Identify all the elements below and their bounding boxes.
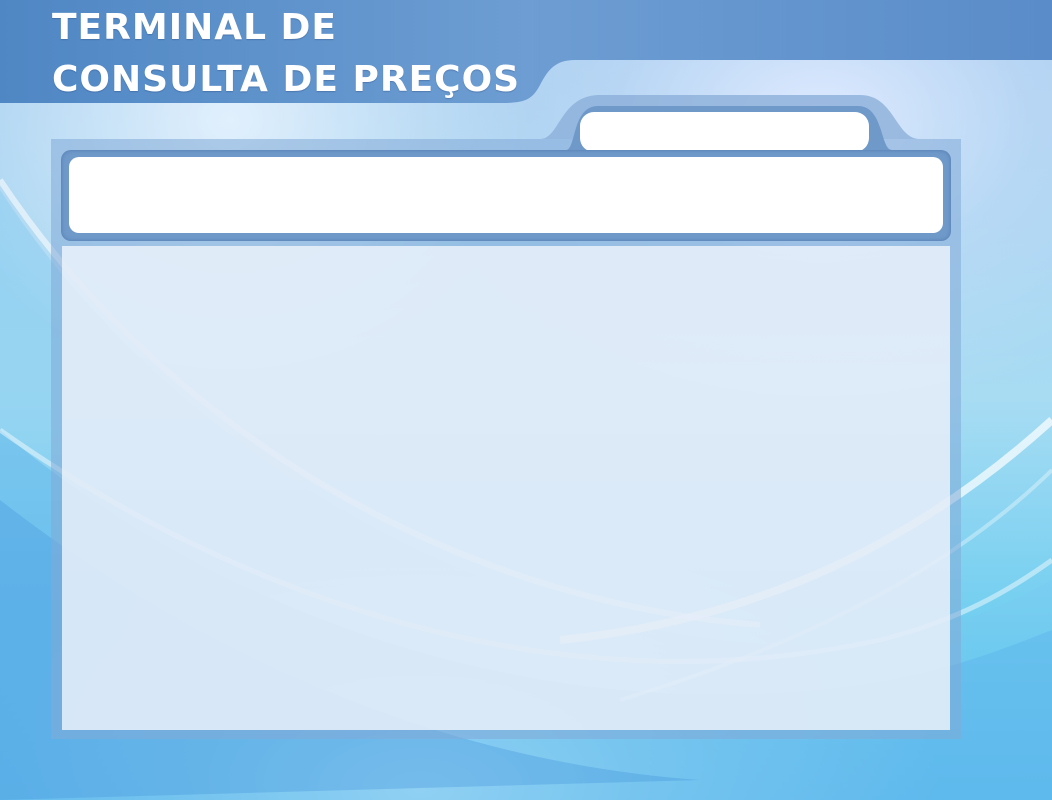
product-name-field[interactable]	[69, 157, 943, 233]
app-title-line2: CONSULTA DE PREÇOS	[52, 59, 521, 100]
lookup-tab-field[interactable]	[580, 112, 869, 152]
product-details-area	[62, 246, 950, 730]
app-title-line1: TERMINAL DE	[52, 7, 338, 48]
app-title: TERMINAL DE CONSULTA DE PREÇOS	[52, 2, 520, 106]
